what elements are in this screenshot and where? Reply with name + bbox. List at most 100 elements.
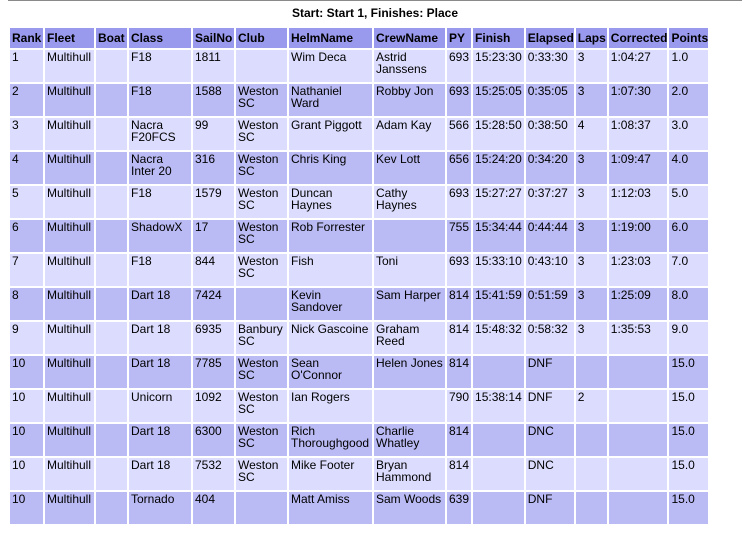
cell-corrected: 1:08:37 [608, 118, 668, 150]
cell-rank: 10 [10, 492, 43, 524]
cell-elapsed: DNF [525, 390, 574, 422]
cell-elapsed: 0:38:50 [525, 118, 574, 150]
cell-club: Weston SC [236, 84, 287, 116]
cell-club: Weston SC [236, 424, 287, 456]
column-header-boat: Boat [96, 28, 127, 48]
cell-finish [473, 492, 524, 524]
cell-class: Dart 18 [129, 424, 191, 456]
table-row: 9 Multihull Dart 18 6935 Banbury SC Nick Gasc… [10, 322, 709, 354]
cell-boat [96, 322, 127, 354]
cell-fleet: Multihull [45, 84, 94, 116]
cell-boat [96, 84, 127, 116]
cell-points: 8.0 [669, 288, 709, 320]
cell-helmname: Rich Thoroughgood [289, 424, 372, 456]
cell-corrected [608, 458, 668, 490]
cell-corrected: 1:09:47 [608, 152, 668, 184]
cell-crewname: Kev Lott [374, 152, 445, 184]
cell-helmname: Fish [289, 254, 372, 286]
cell-points: 15.0 [669, 458, 709, 490]
cell-points: 3.0 [669, 118, 709, 150]
table-row: 7 Multihull F18 844 Weston SC Fish Toni 693 15:3… [10, 254, 709, 286]
cell-finish [473, 356, 524, 388]
cell-club: Weston SC [236, 152, 287, 184]
cell-laps [575, 424, 607, 456]
cell-class: Nacra F20FCS [129, 118, 191, 150]
cell-class: Tornado [129, 492, 191, 524]
cell-rank: 5 [10, 186, 43, 218]
cell-club: Banbury SC [236, 322, 287, 354]
cell-sailno: 844 [193, 254, 234, 286]
cell-points: 15.0 [669, 424, 709, 456]
cell-rank: 10 [10, 390, 43, 422]
cell-laps: 3 [575, 152, 607, 184]
cell-club [236, 288, 287, 320]
cell-points: 15.0 [669, 390, 709, 422]
cell-finish [473, 458, 524, 490]
cell-laps [575, 356, 607, 388]
cell-class: F18 [129, 84, 191, 116]
column-header-laps: Laps [575, 28, 607, 48]
cell-laps: 3 [575, 220, 607, 252]
cell-class: Dart 18 [129, 356, 191, 388]
cell-rank: 9 [10, 322, 43, 354]
column-header-points: Points [669, 28, 709, 48]
cell-boat [96, 390, 127, 422]
cell-boat [96, 118, 127, 150]
table-caption: Start: Start 1, Finishes: Place [8, 0, 742, 23]
cell-helmname: Sean O'Connor [289, 356, 372, 388]
cell-elapsed: 0:58:32 [525, 322, 574, 354]
cell-elapsed: 0:33:30 [525, 50, 574, 82]
cell-corrected [608, 492, 668, 524]
cell-fleet: Multihull [45, 220, 94, 252]
cell-py: 814 [447, 288, 472, 320]
cell-elapsed: DNF [525, 492, 574, 524]
cell-sailno: 17 [193, 220, 234, 252]
cell-sailno: 1579 [193, 186, 234, 218]
cell-sailno: 1811 [193, 50, 234, 82]
cell-sailno: 1588 [193, 84, 234, 116]
cell-elapsed: 0:34:20 [525, 152, 574, 184]
table-body: 1 Multihull F18 1811 Wim Deca Astrid Janssens… [10, 50, 709, 524]
cell-boat [96, 288, 127, 320]
cell-helmname: Chris King [289, 152, 372, 184]
column-header-rank: Rank [10, 28, 43, 48]
cell-finish: 15:48:32 [473, 322, 524, 354]
cell-sailno: 1092 [193, 390, 234, 422]
cell-class: F18 [129, 50, 191, 82]
table-row: 4 Multihull Nacra Inter 20 316 Weston SC Chri… [10, 152, 709, 184]
cell-crewname: Bryan Hammond [374, 458, 445, 490]
cell-boat [96, 220, 127, 252]
column-header-py: PY [447, 28, 472, 48]
cell-corrected: 1:23:03 [608, 254, 668, 286]
cell-fleet: Multihull [45, 424, 94, 456]
cell-crewname: Graham Reed [374, 322, 445, 354]
cell-finish: 15:38:14 [473, 390, 524, 422]
cell-py: 693 [447, 50, 472, 82]
table-row: 3 Multihull Nacra F20FCS 99 Weston SC Grant P… [10, 118, 709, 150]
cell-helmname: Matt Amiss [289, 492, 372, 524]
cell-laps [575, 458, 607, 490]
cell-crewname: Toni [374, 254, 445, 286]
cell-fleet: Multihull [45, 118, 94, 150]
cell-finish: 15:28:50 [473, 118, 524, 150]
cell-class: Dart 18 [129, 288, 191, 320]
table-row: 5 Multihull F18 1579 Weston SC Duncan Haynes C… [10, 186, 709, 218]
cell-corrected [608, 424, 668, 456]
cell-rank: 8 [10, 288, 43, 320]
cell-boat [96, 152, 127, 184]
cell-points: 6.0 [669, 220, 709, 252]
cell-helmname: Kevin Sandover [289, 288, 372, 320]
cell-boat [96, 254, 127, 286]
cell-py: 755 [447, 220, 472, 252]
cell-sailno: 7424 [193, 288, 234, 320]
cell-sailno: 404 [193, 492, 234, 524]
cell-laps [575, 492, 607, 524]
cell-club [236, 50, 287, 82]
cell-sailno: 7785 [193, 356, 234, 388]
table-row: 8 Multihull Dart 18 7424 Kevin Sandover Sam H… [10, 288, 709, 320]
cell-club: Weston SC [236, 220, 287, 252]
table-row: 6 Multihull ShadowX 17 Weston SC Rob Forreste… [10, 220, 709, 252]
cell-elapsed: 0:37:27 [525, 186, 574, 218]
cell-corrected: 1:12:03 [608, 186, 668, 218]
cell-rank: 1 [10, 50, 43, 82]
